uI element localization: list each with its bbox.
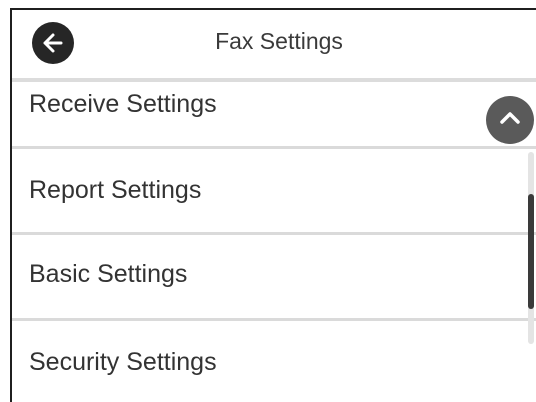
scrollbar-thumb[interactable] [528,194,534,309]
menu-item-label: Receive Settings [29,90,217,118]
menu-item-label: Security Settings [29,348,217,376]
menu-item-receive-settings[interactable]: Receive Settings [12,82,536,146]
page-title: Fax Settings [215,28,343,54]
menu-item-label: Report Settings [29,176,202,204]
scrollbar[interactable] [528,152,534,344]
chevron-up-icon [498,106,522,135]
scroll-up-button[interactable] [486,96,534,144]
menu-item-security-settings[interactable]: Security Settings [12,321,536,402]
menu-item-label: Basic Settings [29,260,188,288]
header: Fax Settings [12,10,536,82]
menu-item-basic-settings[interactable]: Basic Settings [12,235,536,319]
menu-item-report-settings[interactable]: Report Settings [12,149,536,233]
fax-settings-screen: Fax Settings Receive Settings Report Set… [10,8,536,402]
